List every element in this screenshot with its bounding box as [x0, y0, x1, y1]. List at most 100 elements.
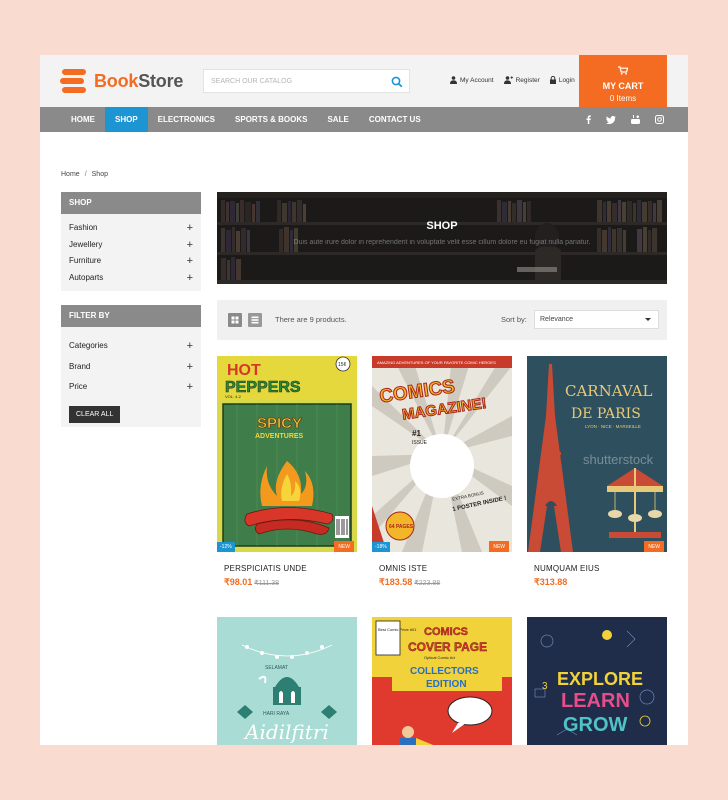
- category-furniture[interactable]: Furniture +: [61, 253, 201, 270]
- cover-corner-text: Best Comic Price #01: [378, 627, 417, 632]
- youtube-icon[interactable]: [631, 115, 640, 124]
- cover-issue-number: #1: [412, 429, 421, 438]
- old-price: ₹111.38: [254, 580, 280, 587]
- product-card[interactable]: AMAZING ADVENTURES OF YOUR FAVORITE COMI…: [372, 356, 512, 588]
- product-card[interactable]: HOT PEPPERS 15¢ VOL. 4.2 SPICY ADVENTURE…: [217, 356, 357, 588]
- filter-brand[interactable]: Brand +: [61, 357, 201, 378]
- nav-item-home[interactable]: HOME: [61, 107, 105, 132]
- new-badge: NEW: [489, 541, 509, 552]
- nav-item-sports-books[interactable]: SPORTS & BOOKS: [225, 107, 317, 132]
- logo-mark-icon: [60, 69, 88, 93]
- user-icon: [450, 76, 457, 84]
- product-price: ₹98.01 ₹111.38: [217, 577, 357, 588]
- aidilfitri-cover: SELAMAT HARI RAYA Aidilfitri: [217, 617, 357, 745]
- filter-block: FILTER BY Categories + Brand + Price + CLEA…: [61, 305, 201, 427]
- current-price: ₹98.01: [224, 577, 253, 587]
- svg-text:3: 3: [542, 681, 548, 692]
- sort-dropdown[interactable]: Relevance: [534, 310, 659, 329]
- product-name[interactable]: NUMQUAM EIUS: [527, 564, 667, 573]
- category-label: Furniture: [69, 256, 102, 265]
- category-label: Autoparts: [69, 272, 104, 282]
- banner-subtitle: Duis aute irure dolor in reprehenderit i…: [293, 239, 591, 246]
- cover-word: LEARN: [561, 690, 630, 712]
- product-image[interactable]: SELAMAT HARI RAYA Aidilfitri: [217, 617, 357, 745]
- clear-all-button[interactable]: CLEAR ALL: [69, 405, 121, 423]
- search-icon[interactable]: [391, 75, 403, 88]
- product-name[interactable]: PERSPICIATIS UNDE: [217, 564, 357, 573]
- nav-item-electronics[interactable]: ELECTRONICS: [148, 107, 225, 132]
- cover-issue-label: ISSUE: [412, 440, 428, 446]
- filter-label: Price: [69, 382, 88, 391]
- banner-title: SHOP: [426, 220, 458, 232]
- cover-subtitle-text: Optical Comic Art: [424, 655, 456, 660]
- product-image[interactable]: AMAZING ADVENTURES OF YOUR FAVORITE COMI…: [372, 356, 512, 552]
- plus-icon[interactable]: +: [187, 237, 193, 254]
- logo[interactable]: BookStore: [60, 69, 183, 93]
- header: BookStore My Account Register Login: [40, 55, 688, 107]
- user-plus-icon: [503, 76, 513, 84]
- category-autoparts[interactable]: Autoparts +: [61, 270, 201, 287]
- breadcrumb-separator: /: [84, 171, 87, 178]
- shop-categories-block: SHOP Fashion + Jewellery + Furniture + Auto…: [61, 192, 201, 291]
- plus-icon[interactable]: +: [187, 336, 193, 357]
- search-input[interactable]: [204, 70, 384, 93]
- plus-icon[interactable]: +: [187, 270, 193, 287]
- product-image[interactable]: Best Comic Price #01 COMICS COVER PAGE O…: [372, 617, 512, 745]
- sort-value: Relevance: [540, 316, 574, 323]
- plus-icon[interactable]: +: [187, 357, 193, 378]
- cart-count: 0 Items: [609, 94, 637, 103]
- plus-icon[interactable]: +: [187, 220, 193, 237]
- my-account-link[interactable]: My Account: [450, 76, 494, 84]
- nav-item-contact-us[interactable]: CONTACT US: [359, 107, 431, 132]
- cover-subtitle-text: ADVENTURES: [255, 433, 304, 440]
- product-card[interactable]: CARNAVAL DE PARIS LYON · NICE · MARSEILL…: [527, 356, 667, 588]
- cover-title-text: COMICS: [424, 626, 468, 638]
- plus-icon[interactable]: +: [187, 253, 193, 270]
- search-box: [203, 69, 410, 93]
- grid-view-icon[interactable]: [228, 313, 242, 327]
- register-link[interactable]: Register: [503, 76, 540, 84]
- product-count: There are 9 products.: [275, 315, 347, 324]
- filter-categories[interactable]: Categories +: [61, 336, 201, 357]
- cart-title: MY CART: [602, 81, 644, 91]
- filter-block-title: FILTER BY: [61, 305, 201, 327]
- login-link[interactable]: Login: [549, 76, 575, 84]
- caret-down-icon: [645, 318, 651, 321]
- cover-volume-text: VOL. 4.2: [225, 394, 242, 399]
- new-badge: NEW: [644, 541, 664, 552]
- product-price: ₹313.88: [527, 577, 667, 588]
- sort-label: Sort by:: [501, 315, 527, 324]
- current-price: ₹313.88: [534, 577, 568, 587]
- list-view-icon[interactable]: [248, 313, 262, 327]
- cover-text: SELAMAT: [265, 665, 288, 671]
- product-card[interactable]: 3 EXPLORE LEARN GROW: [527, 617, 667, 745]
- breadcrumb: Home / Shop: [61, 171, 108, 178]
- nav-item-shop[interactable]: SHOP: [105, 107, 148, 132]
- product-name[interactable]: OMNIS ISTE: [372, 564, 512, 573]
- product-card[interactable]: SELAMAT HARI RAYA Aidilfitri: [217, 617, 357, 745]
- discount-badge: -18%: [372, 542, 390, 552]
- twitter-icon[interactable]: [606, 115, 616, 124]
- filter-price[interactable]: Price +: [61, 377, 201, 398]
- nav-item-sale[interactable]: SALE: [317, 107, 358, 132]
- current-price: ₹183.58: [379, 577, 413, 587]
- plus-icon[interactable]: +: [187, 377, 193, 398]
- social-links: [571, 107, 664, 132]
- category-label: Jewellery: [69, 239, 103, 249]
- cover-word: GROW: [563, 714, 628, 736]
- banner-bookshelf-image: [217, 192, 667, 284]
- category-label: Fashion: [69, 223, 98, 232]
- category-fashion[interactable]: Fashion +: [61, 220, 201, 237]
- product-image[interactable]: HOT PEPPERS 15¢ VOL. 4.2 SPICY ADVENTURE…: [217, 356, 357, 552]
- product-image[interactable]: 3 EXPLORE LEARN GROW: [527, 617, 667, 745]
- shop-block-title: SHOP: [61, 192, 201, 214]
- facebook-icon[interactable]: [586, 115, 591, 124]
- product-image[interactable]: CARNAVAL DE PARIS LYON · NICE · MARSEILL…: [527, 356, 667, 552]
- category-jewellery[interactable]: Jewellery +: [61, 237, 201, 254]
- product-card[interactable]: Best Comic Price #01 COMICS COVER PAGE O…: [372, 617, 512, 745]
- cart-button[interactable]: MY CART 0 Items: [579, 55, 667, 107]
- cover-title-text: DE PARIS: [571, 406, 641, 422]
- explore-learn-grow-cover: 3 EXPLORE LEARN GROW: [527, 617, 667, 745]
- instagram-icon[interactable]: [655, 115, 664, 124]
- breadcrumb-home[interactable]: Home: [61, 171, 80, 178]
